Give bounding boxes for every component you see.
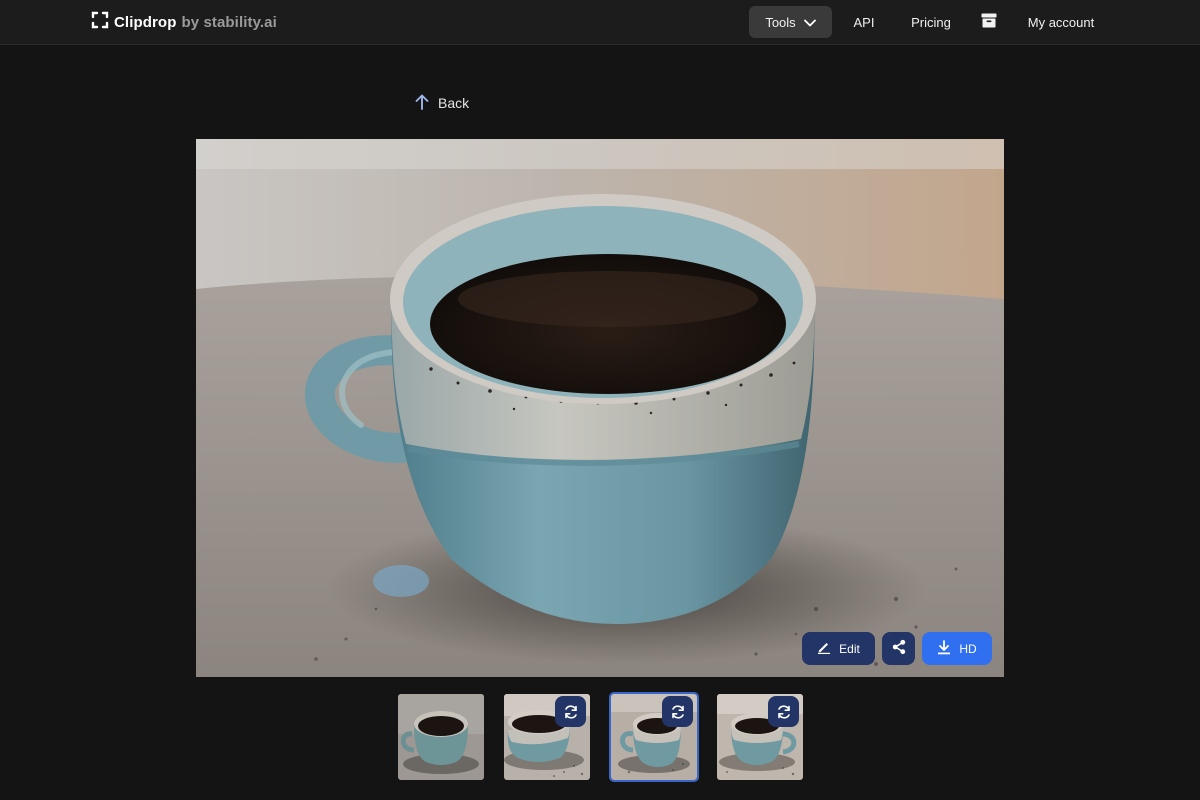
edit-label: Edit — [839, 641, 860, 656]
tools-menu-button[interactable]: Tools — [749, 6, 832, 38]
thumbnail-3[interactable] — [609, 692, 699, 782]
edit-button[interactable]: Edit — [802, 632, 875, 665]
pricing-link[interactable]: Pricing — [903, 6, 959, 38]
thumbnail-2[interactable] — [504, 694, 590, 780]
account-label: My account — [1027, 14, 1095, 30]
download-hd-button[interactable]: HD — [922, 632, 992, 665]
brand-name: Clipdrop — [114, 13, 177, 31]
brand-byline: by stability.ai — [181, 13, 277, 31]
image-action-bar: Edit HD — [802, 632, 992, 665]
api-label: API — [853, 14, 875, 30]
regenerate-button[interactable] — [555, 696, 586, 727]
thumbnail-4[interactable] — [717, 694, 803, 780]
mug-thumbnail-image — [398, 694, 484, 780]
arrow-up-icon — [415, 94, 429, 113]
hd-label: HD — [959, 641, 977, 656]
refresh-icon — [563, 704, 579, 720]
archive-icon — [981, 13, 997, 31]
thumbnail-1[interactable] — [398, 694, 484, 780]
pencil-icon — [817, 640, 831, 657]
generated-image — [196, 139, 1004, 677]
variation-thumbnails — [0, 692, 1200, 782]
my-account-link[interactable]: My account — [1020, 6, 1102, 38]
download-icon — [937, 639, 951, 658]
tools-label: Tools — [765, 14, 796, 30]
chevron-down-icon — [803, 15, 816, 30]
regenerate-button[interactable] — [662, 696, 693, 727]
archive-button[interactable] — [979, 6, 999, 38]
regenerate-button[interactable] — [768, 696, 799, 727]
coffee-mug-image — [196, 139, 1004, 677]
api-link[interactable]: API — [846, 6, 882, 38]
pricing-label: Pricing — [911, 14, 951, 30]
top-navigation-bar: Clipdrop by stability.ai Tools API Prici… — [0, 0, 1200, 45]
back-label: Back — [438, 95, 470, 111]
back-button[interactable]: Back — [415, 93, 469, 113]
clipdrop-logo-icon — [91, 11, 109, 33]
share-button[interactable] — [882, 632, 915, 665]
share-icon — [891, 639, 907, 658]
refresh-icon — [776, 704, 792, 720]
refresh-icon — [670, 704, 686, 720]
brand-logo[interactable]: Clipdrop by stability.ai — [91, 11, 277, 33]
